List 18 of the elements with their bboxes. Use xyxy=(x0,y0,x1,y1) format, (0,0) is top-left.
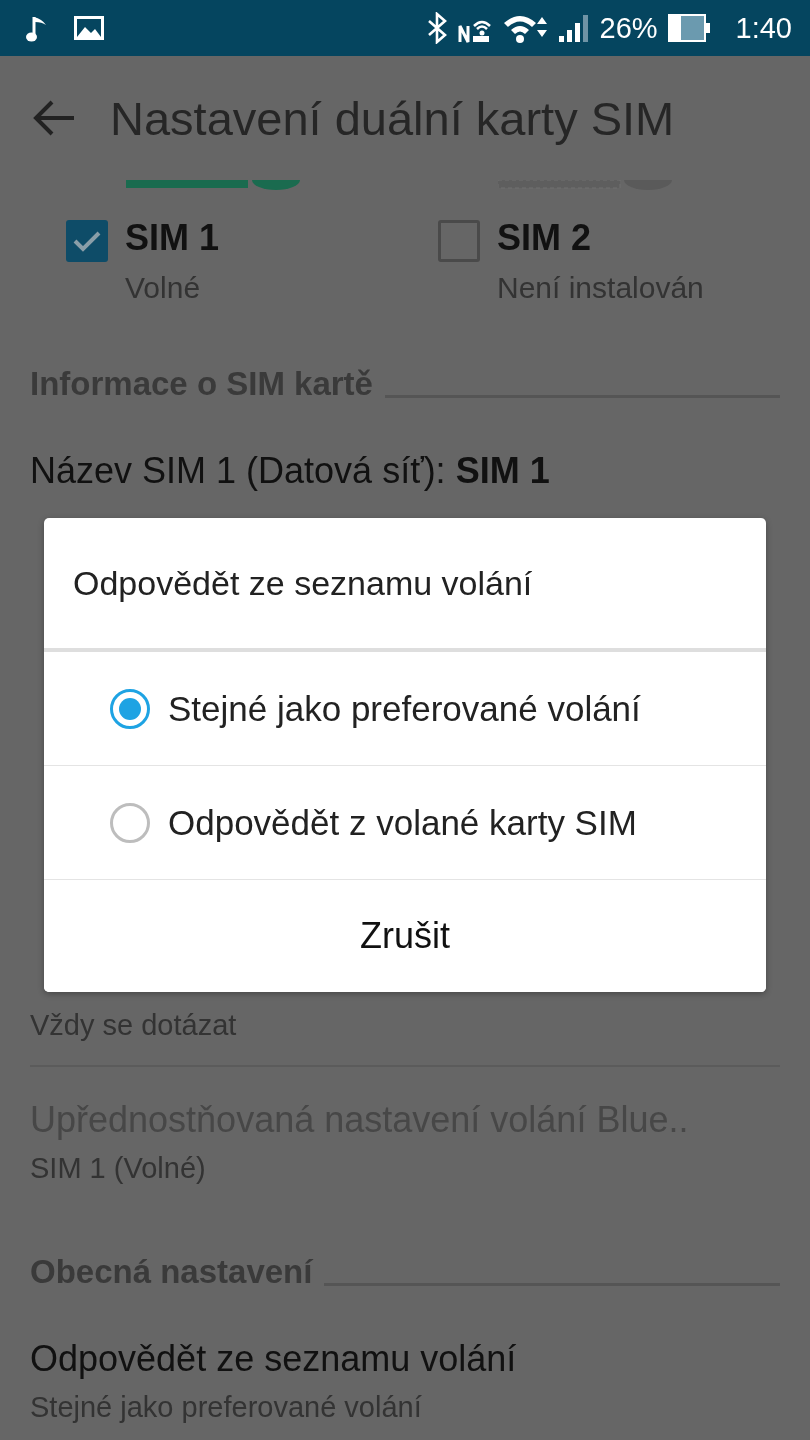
image-icon xyxy=(74,16,104,40)
option-label: Odpovědět z volané karty SIM xyxy=(168,802,637,843)
signal-icon xyxy=(557,13,590,43)
radio-button[interactable] xyxy=(110,688,150,729)
checkbox[interactable] xyxy=(66,220,108,262)
battery-icon xyxy=(667,14,710,42)
sim-label: SIM 1 xyxy=(125,218,220,258)
screen-title: Nastavení duální karty SIM xyxy=(110,90,675,146)
battery-percent: 26% xyxy=(599,11,658,45)
clock-time: 1:40 xyxy=(735,11,792,45)
cancel-button[interactable]: Zrušit xyxy=(44,880,766,992)
option-label: Stejné jako preferované volání xyxy=(168,688,641,729)
radio-option[interactable]: Stejné jako preferované volání xyxy=(44,652,766,766)
radio-button[interactable] xyxy=(110,802,150,843)
checkbox[interactable] xyxy=(438,220,480,262)
check-icon xyxy=(72,229,102,253)
dialog-title: Odpovědět ze seznamu volání xyxy=(72,563,534,604)
sim-label: SIM 2 xyxy=(497,218,593,258)
